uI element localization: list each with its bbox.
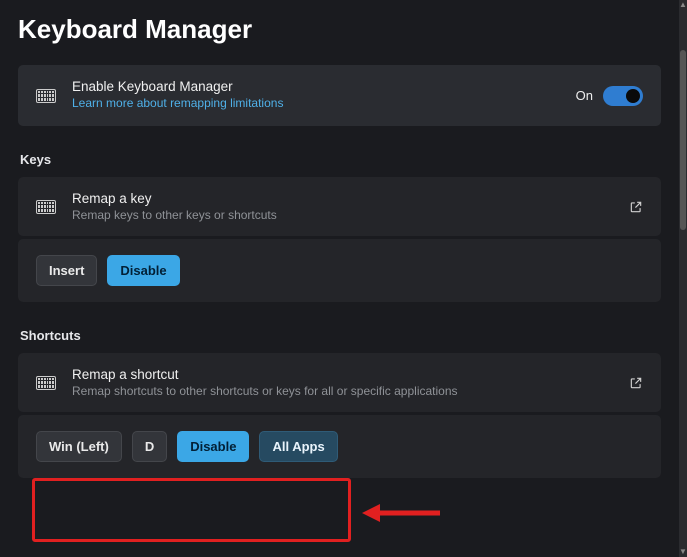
enable-title: Enable Keyboard Manager xyxy=(72,79,560,94)
open-external-icon xyxy=(629,376,643,390)
keyboard-icon xyxy=(36,200,56,214)
scroll-up-icon[interactable]: ▲ xyxy=(679,0,687,10)
page-title: Keyboard Manager xyxy=(18,14,661,45)
remap-shortcut-title: Remap a shortcut xyxy=(72,367,613,382)
source-key-chip[interactable]: Insert xyxy=(36,255,97,286)
remap-shortcut-row[interactable]: Remap a shortcut Remap shortcuts to othe… xyxy=(18,353,661,412)
shortcut-mapping-row: Win (Left) D Disable All Apps xyxy=(18,415,661,478)
remap-key-sub: Remap keys to other keys or shortcuts xyxy=(72,208,613,222)
keys-section-label: Keys xyxy=(20,152,661,167)
enable-keyboard-manager-card: Enable Keyboard Manager Learn more about… xyxy=(18,65,661,126)
key-mapping-row: Insert Disable xyxy=(18,239,661,302)
action-chip[interactable]: Disable xyxy=(177,431,249,462)
keyboard-icon xyxy=(36,89,56,103)
enable-toggle[interactable] xyxy=(603,86,643,106)
remap-key-title: Remap a key xyxy=(72,191,613,206)
key-chip[interactable]: D xyxy=(132,431,167,462)
scope-chip[interactable]: All Apps xyxy=(259,431,337,462)
open-external-icon xyxy=(629,200,643,214)
annotation-arrow xyxy=(362,498,442,533)
learn-more-link[interactable]: Learn more about remapping limitations xyxy=(72,96,283,110)
remap-shortcut-sub: Remap shortcuts to other shortcuts or ke… xyxy=(72,384,613,398)
keyboard-icon xyxy=(36,376,56,390)
action-chip[interactable]: Disable xyxy=(107,255,179,286)
toggle-state-label: On xyxy=(576,88,593,103)
scroll-down-icon[interactable]: ▼ xyxy=(679,547,687,557)
scrollbar[interactable]: ▲ ▼ xyxy=(679,0,687,557)
remap-key-row[interactable]: Remap a key Remap keys to other keys or … xyxy=(18,177,661,236)
modifier-chip[interactable]: Win (Left) xyxy=(36,431,122,462)
shortcuts-section-label: Shortcuts xyxy=(20,328,661,343)
scrollbar-thumb[interactable] xyxy=(680,50,686,230)
